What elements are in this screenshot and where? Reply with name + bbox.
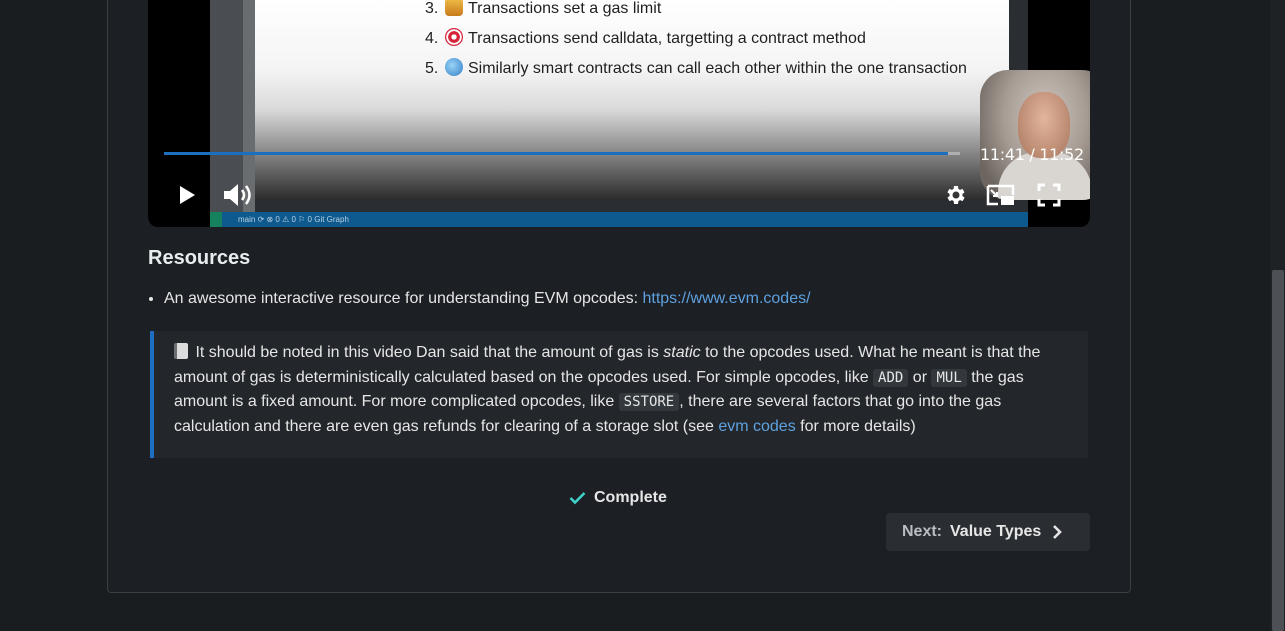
- evm-codes-link[interactable]: https://www.evm.codes/: [642, 290, 810, 307]
- statusbar-text: main ⟳ ⊗ 0 ⚠ 0 ⚐ 0 Git Graph: [238, 215, 349, 224]
- slide-item: 3. Transactions set a gas limit: [425, 0, 967, 28]
- presentation-slide: 3. Transactions set a gas limit 4. Transac…: [255, 0, 1090, 200]
- target-emoji-icon: [445, 28, 463, 46]
- next-title: Value Types: [950, 523, 1042, 540]
- picture-in-picture-button[interactable]: [986, 183, 1016, 207]
- play-button[interactable]: [176, 184, 198, 206]
- note-blockquote: It should be noted in this video Dan sai…: [150, 331, 1088, 458]
- video-progress-fill: [164, 152, 949, 155]
- slide-item-number: 3.: [425, 0, 439, 17]
- page-scrollbar[interactable]: [1270, 0, 1285, 631]
- fullscreen-icon: [1037, 183, 1061, 207]
- complete-label: Complete: [594, 489, 667, 506]
- volume-button[interactable]: [222, 181, 256, 209]
- editor-statusbar: main ⟳ ⊗ 0 ⚠ 0 ⚐ 0 Git Graph: [210, 212, 1028, 227]
- slide-item: 5. Similarly smart contracts can call eac…: [425, 58, 967, 88]
- notebook-emoji-icon: [174, 343, 188, 359]
- code-mul: MUL: [931, 368, 967, 387]
- video-progress-bar[interactable]: [164, 152, 960, 155]
- resource-item-text: An awesome interactive resource for unde…: [164, 290, 643, 307]
- note-emphasis: static: [663, 344, 701, 361]
- chevron-right-icon: [1053, 525, 1063, 539]
- resource-item: An awesome interactive resource for unde…: [164, 288, 811, 310]
- next-lesson-button[interactable]: Next: Value Types: [886, 513, 1090, 551]
- evm-codes-inline-link[interactable]: evm codes: [718, 418, 795, 435]
- scrollbar-thumb[interactable]: [1272, 270, 1284, 631]
- fullscreen-button[interactable]: [1037, 183, 1061, 207]
- slide-item-text: Transactions set a gas limit: [468, 0, 662, 17]
- complete-button[interactable]: Complete: [569, 489, 667, 507]
- speaker-webcam: [980, 70, 1090, 200]
- gas-pump-emoji-icon: [445, 0, 463, 16]
- resources-heading: Resources: [148, 247, 251, 269]
- resources-list: An awesome interactive resource for unde…: [148, 288, 811, 310]
- video-frame: 3. Transactions set a gas limit 4. Transac…: [210, 0, 1090, 227]
- next-prefix: Next:: [902, 523, 943, 540]
- slide-item-text: Transactions send calldata, targetting a…: [468, 30, 866, 47]
- checkmark-icon: [569, 492, 586, 505]
- slide-item-number: 4.: [425, 30, 439, 47]
- picture-in-picture-icon: [986, 184, 1015, 206]
- video-player[interactable]: 3. Transactions set a gas limit 4. Transac…: [148, 0, 1090, 227]
- settings-icon: [947, 186, 965, 204]
- note-text: or: [908, 368, 932, 386]
- remote-icon: [210, 212, 222, 227]
- note-text: It should be noted in this video Dan sai…: [191, 344, 664, 361]
- play-icon: [180, 186, 195, 204]
- note-text: for more details): [795, 418, 916, 436]
- video-time-display: 11:41 / 11:52: [980, 145, 1084, 164]
- volume-icon: [224, 184, 251, 206]
- code-sstore: SSTORE: [618, 393, 680, 412]
- slide-item: 4. Transactions send calldata, targetting…: [425, 28, 967, 58]
- slide-item-number: 5.: [425, 60, 439, 77]
- slide-list: 3. Transactions set a gas limit 4. Transac…: [425, 0, 967, 88]
- globe-emoji-icon: [445, 58, 463, 76]
- slide-item-text: Similarly smart contracts can call each …: [468, 60, 967, 77]
- settings-button[interactable]: [943, 183, 967, 207]
- code-add: ADD: [873, 368, 909, 387]
